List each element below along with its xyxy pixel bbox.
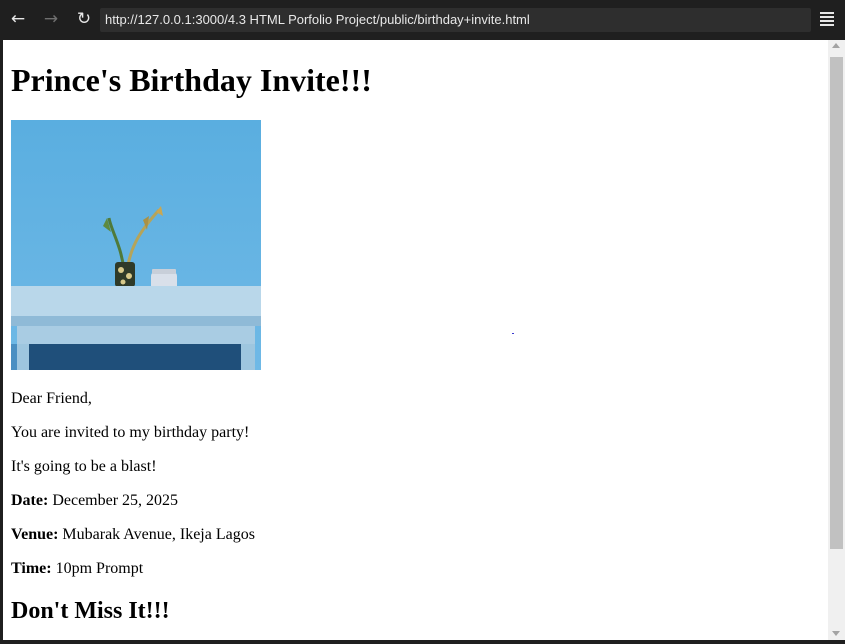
greeting-text: Dear Friend, [11, 390, 92, 407]
address-bar[interactable]: http://127.0.0.1:3000/4.3 HTML Porfolio … [100, 8, 811, 32]
reload-icon[interactable]: ↻ [73, 8, 95, 30]
window-bottom-edge [0, 640, 845, 644]
closing-heading: Don't Miss It!!! [11, 598, 170, 624]
hamburger-menu-icon[interactable] [820, 12, 834, 26]
venue-value: Mubarak Avenue, Ikeja Lagos [62, 526, 255, 543]
scroll-up-arrow-icon[interactable] [832, 43, 840, 48]
url-text[interactable]: http://127.0.0.1:3000/4.3 HTML Porfolio … [105, 12, 530, 27]
page-title: Prince's Birthday Invite!!! [11, 62, 372, 98]
blast-text: It's going to be a blast! [11, 458, 157, 475]
forward-arrow-icon[interactable]: → [40, 8, 62, 30]
date-line: Date: December 25, 2025 [11, 492, 178, 510]
time-value: 10pm Prompt [55, 560, 144, 577]
scrollbar-thumb[interactable] [830, 57, 843, 549]
time-line: Time: 10pm Prompt [11, 560, 143, 578]
invite-photo [11, 120, 261, 370]
invite-text: You are invited to my birthday party! [11, 424, 250, 441]
time-label: Time: [11, 560, 52, 577]
stray-dot [512, 333, 514, 334]
venue-line: Venue: Mubarak Avenue, Ikeja Lagos [11, 526, 255, 544]
date-value: December 25, 2025 [52, 492, 179, 509]
page-viewport: Prince's Birthday Invite!!! Dear Friend,… [3, 40, 828, 640]
scroll-down-arrow-icon[interactable] [832, 631, 840, 636]
venue-label: Venue: [11, 526, 59, 543]
back-arrow-icon[interactable]: ← [7, 8, 29, 30]
date-label: Date: [11, 492, 49, 509]
browser-toolbar: ← → ↻ http://127.0.0.1:3000/4.3 HTML Por… [0, 0, 845, 40]
vertical-scrollbar[interactable] [828, 40, 845, 640]
